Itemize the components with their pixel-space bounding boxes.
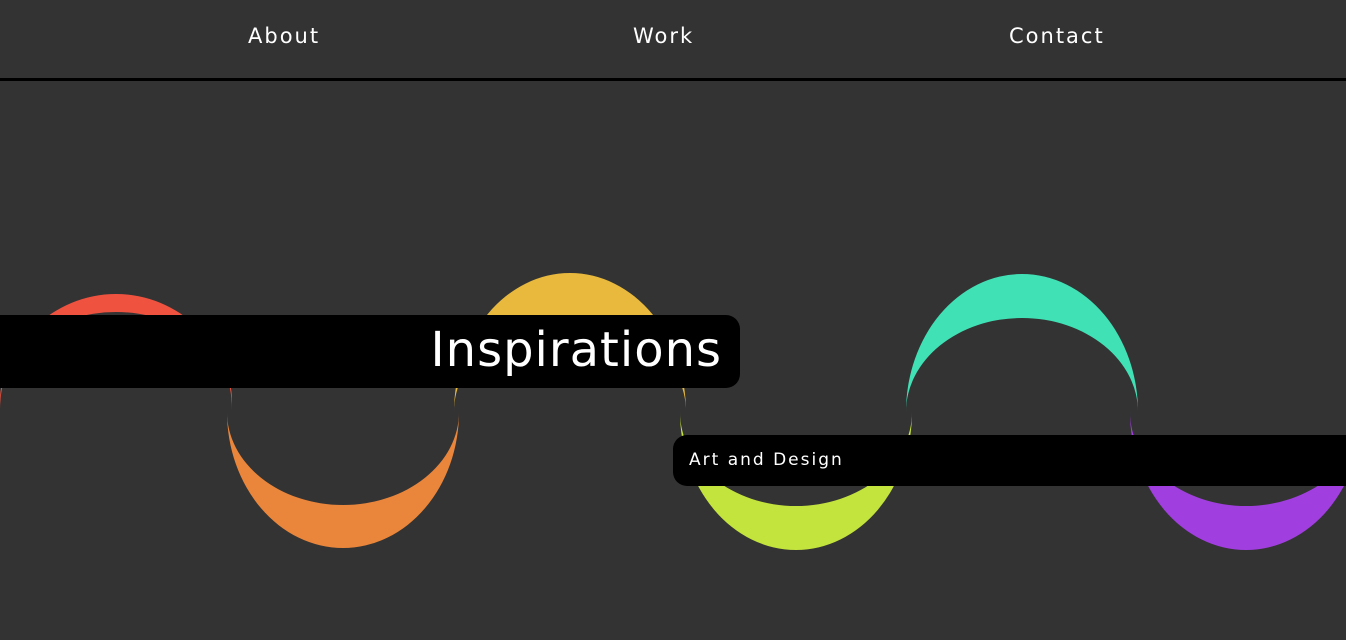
subtitle-banner: Art and Design (673, 435, 1346, 486)
page-title: Inspirations (430, 322, 722, 378)
page: About Work Contact Inspirations Art and … (0, 0, 1346, 640)
teal-arc (906, 274, 1138, 412)
title-banner: Inspirations (0, 315, 740, 388)
page-subtitle: Art and Design (689, 450, 844, 470)
orange-arc (227, 412, 459, 548)
